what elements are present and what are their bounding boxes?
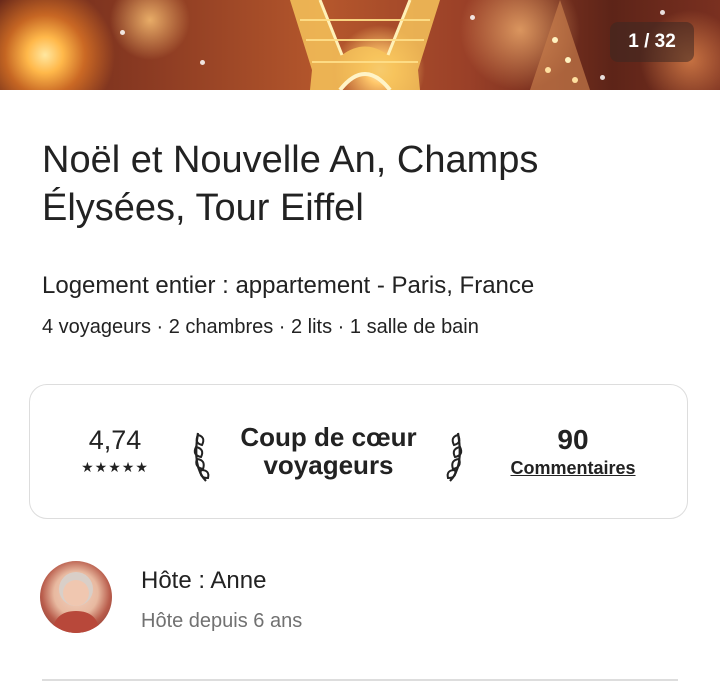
listing-title: Noël et Nouvelle An, Champs Élysées, Tou… xyxy=(42,139,539,229)
christmas-tree-illustration xyxy=(530,0,590,90)
eiffel-tower-illustration xyxy=(290,0,440,90)
photo-counter: 1 / 32 xyxy=(610,22,694,62)
snowflake-decoration xyxy=(200,60,205,65)
listing-photo[interactable]: 1 / 32 xyxy=(0,0,720,90)
snowflake-decoration xyxy=(600,75,605,80)
snowflake-decoration xyxy=(660,10,665,15)
laurel-right-icon xyxy=(446,432,463,482)
reviews-count: 90 xyxy=(557,424,589,455)
host-photo xyxy=(52,572,100,633)
host-avatar[interactable] xyxy=(40,561,112,633)
reviews-link[interactable]: Commentaires xyxy=(496,457,650,479)
guest-favorite-line2: voyageurs xyxy=(263,450,394,480)
reviews-block[interactable]: 90 Commentaires xyxy=(496,423,650,479)
snowflake-decoration xyxy=(470,15,475,20)
host-since: Hôte depuis 6 ans xyxy=(141,610,303,632)
guest-favorite-label: Coup de cœur voyageurs xyxy=(226,423,431,479)
listing-subtitle: Logement entier : appartement - Paris, F… xyxy=(42,272,535,299)
snowflake-decoration xyxy=(120,30,125,35)
guest-favorite-line1: Coup de cœur xyxy=(240,422,417,452)
section-divider xyxy=(42,679,678,681)
rating-value: 4,74 xyxy=(88,425,142,455)
rating-block: 4,74 ★★★★★ xyxy=(70,423,160,475)
guest-favorite-card[interactable]: 4,74 ★★★★★ Coup de cœur voyageurs 90 Com… xyxy=(29,384,688,519)
star-icon: ★★★★★ xyxy=(81,459,149,475)
listing-details: 4 voyageurs · 2 chambres · 2 lits · 1 sa… xyxy=(42,316,479,338)
host-name: Hôte : Anne xyxy=(141,567,267,594)
laurel-left-icon xyxy=(193,432,210,482)
